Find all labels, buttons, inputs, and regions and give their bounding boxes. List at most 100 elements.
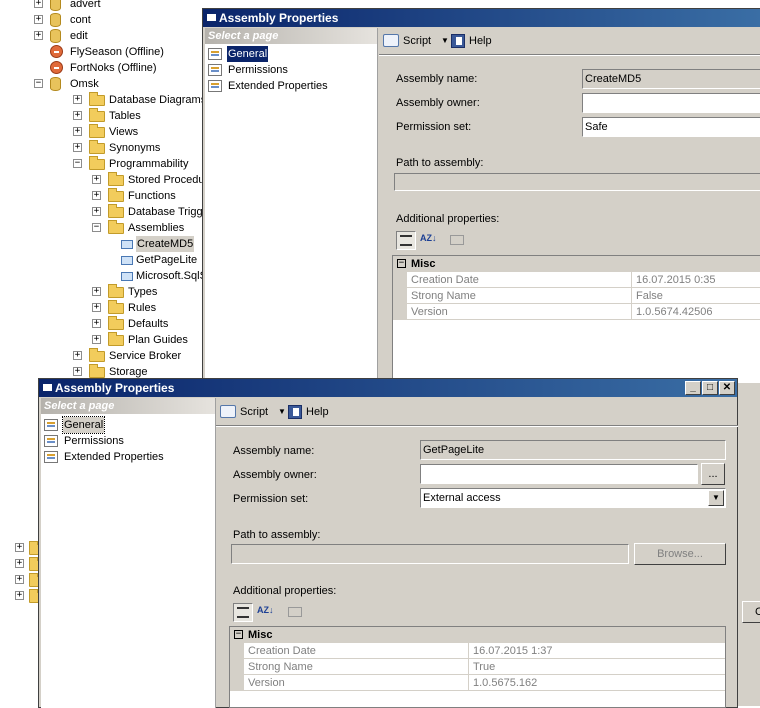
folder-icon xyxy=(108,300,124,314)
tree-expander[interactable]: − xyxy=(73,159,82,168)
tree-expander[interactable]: − xyxy=(92,223,101,232)
property-value: True xyxy=(468,659,495,674)
property-row[interactable]: Strong Name False xyxy=(393,288,760,304)
path-to-assembly-field[interactable] xyxy=(394,173,760,191)
browse-button[interactable]: Browse... xyxy=(634,543,726,565)
tree-node[interactable]: − Assemblies xyxy=(0,220,202,236)
help-button[interactable]: Help xyxy=(288,403,332,421)
tree-node-label: CreateMD5 xyxy=(136,236,195,252)
tree-expander[interactable]: + xyxy=(15,591,24,600)
tree-node[interactable]: Microsoft.SqlSe xyxy=(0,268,213,284)
assembly-owner-field[interactable] xyxy=(420,464,698,484)
window-icon xyxy=(43,384,52,391)
tree-node[interactable]: − Omsk xyxy=(0,76,202,92)
dialog-titlebar[interactable]: Assembly Properties _ □ ✕ xyxy=(39,379,737,397)
tree-node[interactable]: + Database Triggers xyxy=(0,204,218,220)
category-label: Misc xyxy=(248,629,273,641)
tree-expander[interactable]: + xyxy=(92,287,101,296)
additional-properties-label: Additional properties: xyxy=(233,585,337,597)
property-pages-button[interactable] xyxy=(285,603,305,622)
owner-browse-button[interactable]: ... xyxy=(701,463,725,485)
tree-node[interactable]: + Types xyxy=(0,284,202,300)
script-button[interactable]: Script ▼ xyxy=(220,403,286,421)
assembly-name-field[interactable]: CreateMD5 xyxy=(582,69,760,89)
property-name: Version xyxy=(411,306,448,318)
tree-expander[interactable]: + xyxy=(92,207,101,216)
path-to-assembly-label: Path to assembly: xyxy=(396,157,484,169)
tree-node[interactable]: + Rules xyxy=(0,300,202,316)
tree-node[interactable]: + Database Diagrams xyxy=(0,92,206,108)
property-category-misc[interactable]: − Misc xyxy=(393,256,760,272)
tree-expander[interactable]: + xyxy=(73,143,82,152)
categorized-button[interactable] xyxy=(233,603,253,622)
tree-expander[interactable]: + xyxy=(73,351,82,360)
tree-node[interactable]: FortNoks (Offline) xyxy=(0,60,202,76)
assembly-owner-field[interactable] xyxy=(582,93,760,113)
tree-node[interactable]: FlySeason (Offline) xyxy=(0,44,202,60)
tree-node[interactable]: + cont xyxy=(0,12,202,28)
property-pages-button[interactable] xyxy=(447,231,467,250)
sort-az-icon: AZ↓ xyxy=(420,233,437,243)
close-button[interactable]: ✕ xyxy=(719,381,735,395)
alphabetical-button[interactable]: AZ↓ xyxy=(418,231,438,250)
property-row[interactable]: Creation Date 16.07.2015 0:35 xyxy=(393,272,760,288)
tree-node[interactable]: GetPageLite xyxy=(0,252,202,268)
tree-node[interactable]: + Defaults xyxy=(0,316,202,332)
property-category-misc[interactable]: − Misc xyxy=(230,627,725,643)
script-button[interactable]: Script ▼ xyxy=(383,32,449,50)
tree-node[interactable]: + Functions xyxy=(0,188,202,204)
tree-expander[interactable]: + xyxy=(92,335,101,344)
property-row[interactable]: Creation Date 16.07.2015 1:37 xyxy=(230,643,725,659)
tree-expander[interactable]: + xyxy=(73,367,82,376)
tree-expander[interactable]: − xyxy=(34,79,43,88)
help-button[interactable]: Help xyxy=(451,32,495,50)
script-label: Script xyxy=(403,35,432,47)
tree-node[interactable]: + Tables xyxy=(0,108,202,124)
tree-node[interactable]: + Plan Guides xyxy=(0,332,202,348)
page-list-panel: Select a page General Permissions Extend… xyxy=(41,398,216,708)
tree-expander[interactable]: + xyxy=(73,127,82,136)
tree-expander[interactable]: + xyxy=(34,15,43,24)
tree-node[interactable]: + Synonyms xyxy=(0,140,202,156)
permission-set-combo[interactable]: External access ▼ xyxy=(420,488,726,508)
permission-set-combo[interactable]: Safe xyxy=(582,117,760,137)
tree-node[interactable]: + Views xyxy=(0,124,202,140)
alphabetical-button[interactable]: AZ↓ xyxy=(255,603,275,622)
dialog-titlebar[interactable]: Assembly Properties xyxy=(203,9,760,27)
tree-node[interactable]: − Programmability xyxy=(0,156,202,172)
collapse-icon[interactable]: − xyxy=(397,259,406,268)
minimize-button[interactable]: _ xyxy=(685,381,701,395)
edge-button[interactable]: C xyxy=(742,601,760,623)
categorized-icon xyxy=(237,607,249,618)
tree-expander[interactable]: + xyxy=(15,559,24,568)
collapse-icon[interactable]: − xyxy=(234,630,243,639)
tree-expander[interactable]: + xyxy=(92,191,101,200)
tree-node[interactable]: + Service Broker xyxy=(0,348,202,364)
maximize-button[interactable]: □ xyxy=(702,381,718,395)
tree-node[interactable]: CreateMD5 xyxy=(0,236,202,252)
property-row[interactable]: Version 1.0.5674.42506 xyxy=(393,304,760,320)
tree-node[interactable]: + advert xyxy=(0,0,202,12)
tree-node[interactable]: + edit xyxy=(0,28,202,44)
property-row[interactable]: Strong Name True xyxy=(230,659,725,675)
tree-expander[interactable]: + xyxy=(34,0,43,8)
tree-expander[interactable]: + xyxy=(15,575,24,584)
folder-icon xyxy=(89,348,105,362)
tree-expander[interactable]: + xyxy=(73,111,82,120)
chevron-down-icon[interactable]: ▼ xyxy=(708,490,724,506)
path-to-assembly-field[interactable] xyxy=(231,544,629,564)
tree-expander[interactable]: + xyxy=(92,175,101,184)
tree-expander[interactable]: + xyxy=(34,31,43,40)
page-icon xyxy=(44,451,58,463)
categorized-button[interactable] xyxy=(396,231,416,250)
tree-expander[interactable]: + xyxy=(92,319,101,328)
tree-expander[interactable]: + xyxy=(92,303,101,312)
tree-node-label: advert xyxy=(70,0,101,10)
tree-expander[interactable]: + xyxy=(15,543,24,552)
additional-properties-label: Additional properties: xyxy=(396,213,500,225)
property-row[interactable]: Version 1.0.5675.162 xyxy=(230,675,725,691)
assembly-name-field[interactable]: GetPageLite xyxy=(420,440,726,460)
tree-node[interactable]: + Stored Procedures xyxy=(0,172,220,188)
property-name: Creation Date xyxy=(248,645,316,657)
tree-expander[interactable]: + xyxy=(73,95,82,104)
